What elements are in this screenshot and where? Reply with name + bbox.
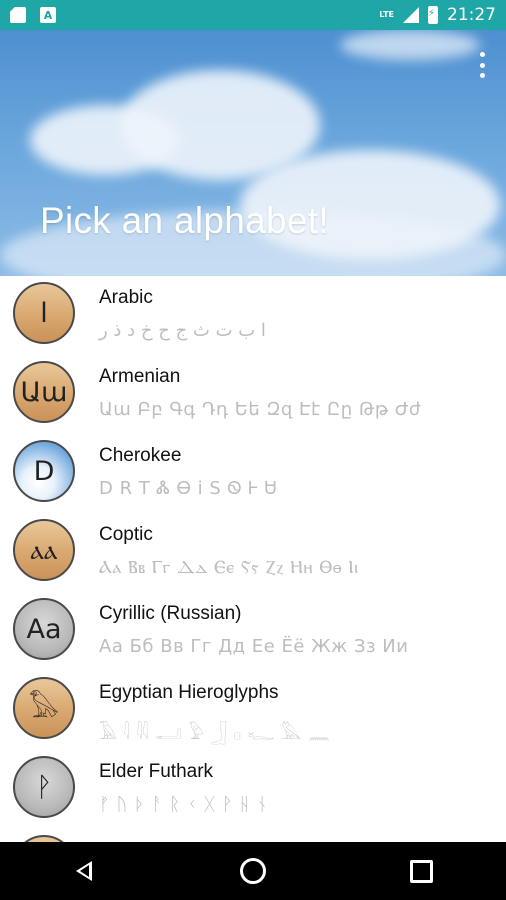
home-icon	[239, 858, 266, 884]
alphabet-avatar-icon: Аа	[13, 598, 75, 660]
alphabet-sample-letters: 𓄿 𓇋 𓇌 𓂝 𓅱 𓃀 𓊪 𓆑 𓅓 𓈖	[99, 723, 331, 744]
alphabet-list-item[interactable]: ا Arabic ا ب ت ث ج ح خ د ذ ر	[0, 276, 506, 355]
clock: 21:27	[447, 5, 496, 25]
alphabet-name: Elder Futhark	[99, 761, 214, 782]
app-notification-icon: A	[40, 7, 56, 23]
alphabet-list: ا Arabic ا ب ت ث ج ح خ د ذ ر Աա Armenian Աա Բ…	[0, 276, 506, 842]
alphabet-sample-letters: ا ب ت ث ج ح خ د ذ ر	[99, 320, 266, 341]
alphabet-sample-letters: ᚠ ᚢ ᚦ ᚨ ᚱ ᚲ ᚷ ᚹ ᚺ ᚾ	[99, 794, 268, 815]
sd-card-icon	[10, 7, 26, 23]
page-title: Pick an alphabet!	[40, 200, 329, 241]
alphabet-avatar-symbol: ᚹ	[35, 771, 53, 803]
alphabet-sample-letters: Аа Бб Вв Гг Дд Ее Ёё Жж Зз Ии	[99, 636, 409, 657]
network-type-label: LTE	[379, 10, 394, 19]
alphabet-name: Arabic	[99, 287, 153, 308]
home-button[interactable]	[223, 842, 283, 900]
alphabet-avatar-icon: ا	[13, 282, 75, 344]
alphabet-avatar-symbol: ⲁⲁ	[30, 534, 58, 566]
alphabet-name: Armenian	[99, 366, 181, 387]
status-bar: A LTE 21:27	[0, 0, 506, 30]
alphabet-list-item[interactable]: Аа Cyrillic (Russian) Аа Бб Вв Гг Дд Ее Ёё…	[0, 592, 506, 671]
alphabet-list-item[interactable]: ᚹ Elder Futhark ᚠ ᚢ ᚦ ᚨ ᚱ ᚲ ᚷ ᚹ ᚺ ᚾ	[0, 750, 506, 829]
alphabet-avatar-icon: D	[13, 440, 75, 502]
alphabet-sample-letters: D R T Ꮬ Ꮎ i S Ꮻ Ꮀ Ꮜ	[99, 478, 278, 499]
alphabet-list-item[interactable]: 𐌰Gothic𐌰 𐌱 𐌲 𐌳 𐌴 𐌵 𐌶 𐌷 𐌸 𐌹	[0, 829, 506, 842]
alphabet-avatar-icon: ᚹ	[13, 756, 75, 818]
back-icon	[76, 861, 93, 881]
more-vert-icon[interactable]	[478, 52, 486, 78]
alphabet-avatar-icon: 𐌰	[13, 835, 75, 842]
navigation-bar	[0, 842, 506, 900]
alphabet-list-item[interactable]: D Cherokee D R T Ꮬ Ꮎ i S Ꮻ Ꮀ Ꮜ	[0, 434, 506, 513]
alphabet-sample-letters: Ⲁⲁ Ⲃⲃ Ⲅⲅ Ⲇⲇ Ⲉⲉ Ⲋⲋ Ⲍⲍ Ⲏⲏ Ⲑⲑ Ⲓⲓ	[99, 557, 359, 578]
alphabet-list-item[interactable]: Աա Armenian Աա Բբ Գգ Դդ Եե Զզ Էէ Ըը Թթ Ժժ	[0, 355, 506, 434]
alphabet-list-item[interactable]: ⲁⲁ Coptic Ⲁⲁ Ⲃⲃ Ⲅⲅ Ⲇⲇ Ⲉⲉ Ⲋⲋ Ⲍⲍ Ⲏⲏ Ⲑⲑ Ⲓⲓ	[0, 513, 506, 592]
signal-icon	[403, 7, 419, 23]
alphabet-name: Coptic	[99, 524, 153, 545]
alphabet-avatar-symbol: ا	[40, 297, 48, 329]
recents-icon	[410, 859, 434, 883]
alphabet-name: Cyrillic (Russian)	[99, 603, 242, 624]
alphabet-avatar-icon: ⲁⲁ	[13, 519, 75, 581]
alphabet-avatar-icon: Աա	[13, 361, 75, 423]
alphabet-avatar-icon: 𓅃	[13, 677, 75, 739]
alphabet-sample-letters: Աա Բբ Գգ Դդ Եե Զզ Էէ Ըը Թթ Ժժ	[99, 399, 422, 420]
recents-button[interactable]	[392, 842, 452, 900]
cloud-decoration	[340, 30, 480, 60]
alphabet-avatar-symbol: Аа	[26, 613, 62, 645]
alphabet-list-item[interactable]: 𓅃 Egyptian Hieroglyphs 𓄿 𓇋 𓇌 𓂝 𓅱 𓃀 𓊪 𓆑 𓅓 𓈖	[0, 671, 506, 750]
alphabet-avatar-symbol: 𓅃	[28, 692, 60, 724]
alphabet-avatar-symbol: Աա	[20, 376, 68, 408]
header-banner: Pick an alphabet!	[0, 30, 506, 276]
alphabet-name: Cherokee	[99, 445, 182, 466]
alphabet-name: Egyptian Hieroglyphs	[99, 682, 279, 703]
alphabet-avatar-symbol: D	[33, 455, 55, 487]
battery-charging-icon	[428, 6, 438, 24]
back-button[interactable]	[54, 842, 114, 900]
